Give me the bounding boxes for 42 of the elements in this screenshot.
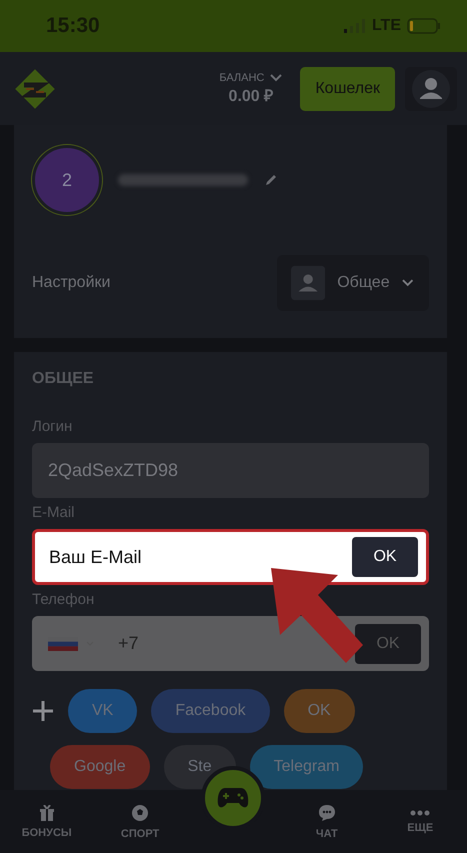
field-label: E-Mail	[32, 504, 76, 521]
social-login-button[interactable]: Telegram	[250, 745, 364, 789]
signal-icon	[344, 19, 366, 33]
chevron-down-icon	[402, 278, 413, 286]
field-label: Телефон	[32, 591, 96, 608]
wallet-button[interactable]: Кошелек	[300, 66, 395, 110]
phone-field[interactable]: +7 OK	[32, 616, 429, 671]
chat-icon	[318, 804, 336, 822]
settings-dropdown[interactable]: Общее	[277, 254, 429, 310]
nav-tab[interactable]: СПОРТ	[105, 804, 176, 840]
social-login-button[interactable]: VK	[68, 689, 138, 733]
section-title: ОБЩЕЕ	[32, 370, 95, 388]
pencil-icon[interactable]	[264, 173, 278, 187]
account-button[interactable]	[405, 66, 457, 110]
gamepad-icon	[217, 787, 250, 809]
gift-icon	[40, 804, 54, 820]
more-icon	[410, 810, 430, 816]
social-login-button[interactable]: OK	[284, 689, 355, 733]
chevron-down-icon[interactable]	[270, 74, 282, 82]
level-avatar: 2	[32, 145, 102, 215]
social-login-button[interactable]: Google	[50, 745, 150, 789]
balance-label: БАЛАНС	[219, 72, 264, 84]
field-value: +7	[118, 633, 140, 654]
balance-amount: 0.00 ₽	[228, 86, 274, 106]
dropdown-value: Общее	[337, 274, 390, 292]
field-placeholder: Ваш E-Mail	[49, 546, 142, 568]
field-label: Логин	[32, 418, 74, 435]
nav-tab[interactable]: БОНУСЫ	[12, 804, 82, 838]
ok-button[interactable]: OK	[352, 537, 418, 577]
social-login-button[interactable]: Facebook	[151, 689, 270, 733]
user-icon	[411, 68, 451, 108]
plus-icon[interactable]	[32, 700, 54, 722]
nav-tab[interactable]: ЕЩЕ	[385, 810, 456, 834]
user-icon	[291, 264, 326, 300]
field-value: 2QadSexZTD98	[48, 460, 180, 481]
nav-tab[interactable]: ЧАТ	[292, 804, 362, 840]
settings-label: Настройки	[32, 274, 110, 292]
battery-icon	[407, 18, 441, 34]
ok-button[interactable]: OK	[355, 624, 421, 664]
login-field[interactable]: 2QadSexZTD98	[32, 443, 429, 498]
email-field[interactable]: Ваш E-Mail OK	[32, 529, 429, 585]
ball-icon	[131, 804, 150, 822]
